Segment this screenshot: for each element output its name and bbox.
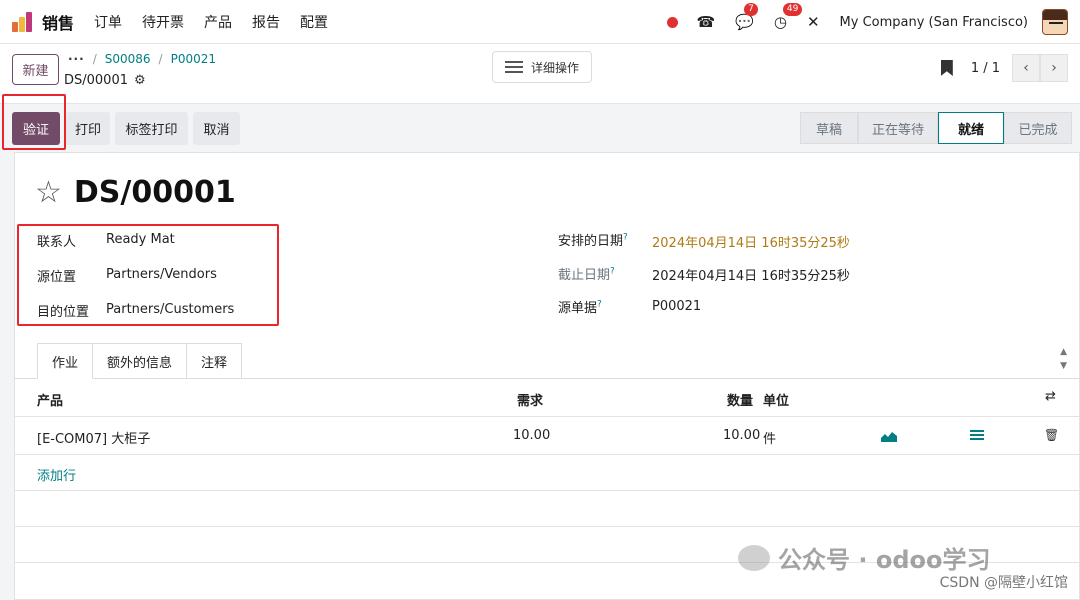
bookmark-icon[interactable] xyxy=(940,60,953,76)
add-line-link[interactable]: 添加行 xyxy=(37,465,76,484)
pager-value[interactable]: 1 / 1 xyxy=(971,61,1000,76)
row-unit[interactable]: 件 xyxy=(763,428,776,447)
wechat-watermark: 公众号 · odoo学习 xyxy=(738,540,990,575)
row-demand[interactable]: 10.00 xyxy=(513,428,550,443)
sales-app-icon[interactable] xyxy=(12,11,34,32)
help-icon[interactable]: ? xyxy=(610,267,615,277)
hamburger-icon xyxy=(504,61,523,73)
pager-previous-button[interactable]: ‹ xyxy=(1012,54,1040,82)
trash-icon[interactable]: 🗑 xyxy=(1044,428,1059,442)
wechat-logo-icon xyxy=(738,544,770,571)
notebook-tabs: 作业 额外的信息 注释 xyxy=(37,343,243,379)
stage-waiting[interactable]: 正在等待 xyxy=(858,112,938,144)
col-product[interactable]: 产品 xyxy=(37,390,63,409)
deadline-label: 截止日期? xyxy=(558,266,615,283)
col-demand[interactable]: 需求 xyxy=(517,390,543,409)
row-quantity[interactable]: 10.00 xyxy=(723,428,760,443)
scroll-arrows[interactable]: ▲ ▼ xyxy=(1060,345,1067,373)
title-row: ☆ DS/00001 xyxy=(35,175,236,210)
user-avatar[interactable] xyxy=(1042,9,1068,35)
menu-orders[interactable]: 订单 xyxy=(94,12,122,32)
cancel-button[interactable]: 取消 xyxy=(193,112,240,145)
phone-icon[interactable]: ☎ xyxy=(696,13,715,31)
scheduled-date-label: 安排的日期? xyxy=(558,232,628,249)
chat-badge: 7 xyxy=(744,3,758,16)
activity-badge: 49 xyxy=(782,3,803,16)
pager: 1 / 1 ‹ › xyxy=(940,54,1068,82)
breadcrumb-more[interactable]: ··· xyxy=(68,52,85,66)
detailed-operations-icon[interactable] xyxy=(970,430,984,442)
star-icon[interactable]: ☆ xyxy=(35,177,62,208)
stage-draft[interactable]: 草稿 xyxy=(800,112,858,144)
table-row-empty xyxy=(15,455,1080,491)
column-settings-icon[interactable]: ⇄ xyxy=(1045,389,1056,404)
form-sheet: ☆ DS/00001 联系人 Ready Mat 源位置 Partners/Ve… xyxy=(14,152,1080,600)
tab-operations[interactable]: 作业 xyxy=(37,343,94,379)
record-name-row: DS/00001 ⚙ xyxy=(64,73,146,88)
forecast-chart-icon[interactable] xyxy=(881,430,897,442)
menu-to-invoice[interactable]: 待开票 xyxy=(142,12,184,32)
activity-clock-icon[interactable]: ◷ 49 xyxy=(774,3,803,31)
breadcrumb-separator: / xyxy=(92,52,97,66)
pager-next-button[interactable]: › xyxy=(1040,54,1068,82)
stage-pipeline: 草稿 正在等待 就绪 已完成 xyxy=(800,112,1072,144)
recording-indicator[interactable] xyxy=(667,16,679,28)
page-title: DS/00001 xyxy=(73,175,236,210)
actions-label: 详细操作 xyxy=(530,60,579,75)
breadcrumb-separator: / xyxy=(158,52,163,66)
table-row-empty xyxy=(15,491,1080,527)
tab-additional-info[interactable]: 额外的信息 xyxy=(93,343,188,379)
watermark-text: 公众号 · odoo学习 xyxy=(778,546,991,574)
row-product[interactable]: [E-COM07] 大柜子 xyxy=(37,428,150,447)
gear-icon[interactable]: ⚙ xyxy=(134,73,146,88)
print-labels-button[interactable]: 标签打印 xyxy=(115,112,188,145)
app-name[interactable]: 销售 xyxy=(42,10,74,34)
status-bar: 验证 打印 标签打印 取消 草稿 正在等待 就绪 已完成 xyxy=(0,104,1080,152)
col-unit[interactable]: 单位 xyxy=(763,390,789,409)
tab-note[interactable]: 注释 xyxy=(187,343,243,379)
scheduled-date-field[interactable]: 2024年04月14日 16时35分25秒 xyxy=(652,232,850,251)
help-icon[interactable]: ? xyxy=(597,300,602,310)
chat-icon[interactable]: 💬 7 xyxy=(735,3,758,31)
new-button[interactable]: 新建 xyxy=(12,54,59,85)
breadcrumb-so[interactable]: S00086 xyxy=(105,52,151,66)
breadcrumb-po[interactable]: P00021 xyxy=(171,52,216,66)
col-quantity[interactable]: 数量 xyxy=(727,390,753,409)
stage-ready[interactable]: 就绪 xyxy=(938,112,1004,144)
menu-configuration[interactable]: 配置 xyxy=(300,12,328,32)
table-header: 产品 需求 数量 单位 ⇄ xyxy=(15,379,1080,417)
source-document-field[interactable]: P00021 xyxy=(652,299,701,314)
source-document-label: 源单据? xyxy=(558,299,602,316)
company-switcher[interactable]: My Company (San Francisco) xyxy=(840,15,1028,30)
menu-products[interactable]: 产品 xyxy=(204,12,232,32)
top-navbar: 销售 订单 待开票 产品 报告 配置 ☎ 💬 7 ◷ 49 ✕ My Compa… xyxy=(0,0,1080,44)
control-panel: 新建 ··· / S00086 / P00021 DS/00001 ⚙ 详细操作… xyxy=(0,44,1080,104)
help-icon[interactable]: ? xyxy=(623,233,628,243)
record-name: DS/00001 xyxy=(64,73,128,88)
highlight-box-validate xyxy=(2,94,66,150)
debug-tools-icon[interactable]: ✕ xyxy=(807,13,820,31)
highlight-box-fields xyxy=(17,224,279,326)
csdn-watermark: CSDN @隔壁小红馆 xyxy=(939,575,1068,591)
table-row[interactable]: [E-COM07] 大柜子 10.00 10.00 件 🗑 xyxy=(15,417,1080,455)
actions-button[interactable]: 详细操作 xyxy=(492,51,592,83)
deadline-field[interactable]: 2024年04月14日 16时35分25秒 xyxy=(652,265,850,284)
print-button[interactable]: 打印 xyxy=(66,112,110,145)
breadcrumb: ··· / S00086 / P00021 xyxy=(68,52,216,66)
menu-reporting[interactable]: 报告 xyxy=(252,12,280,32)
stage-done[interactable]: 已完成 xyxy=(1004,112,1072,144)
